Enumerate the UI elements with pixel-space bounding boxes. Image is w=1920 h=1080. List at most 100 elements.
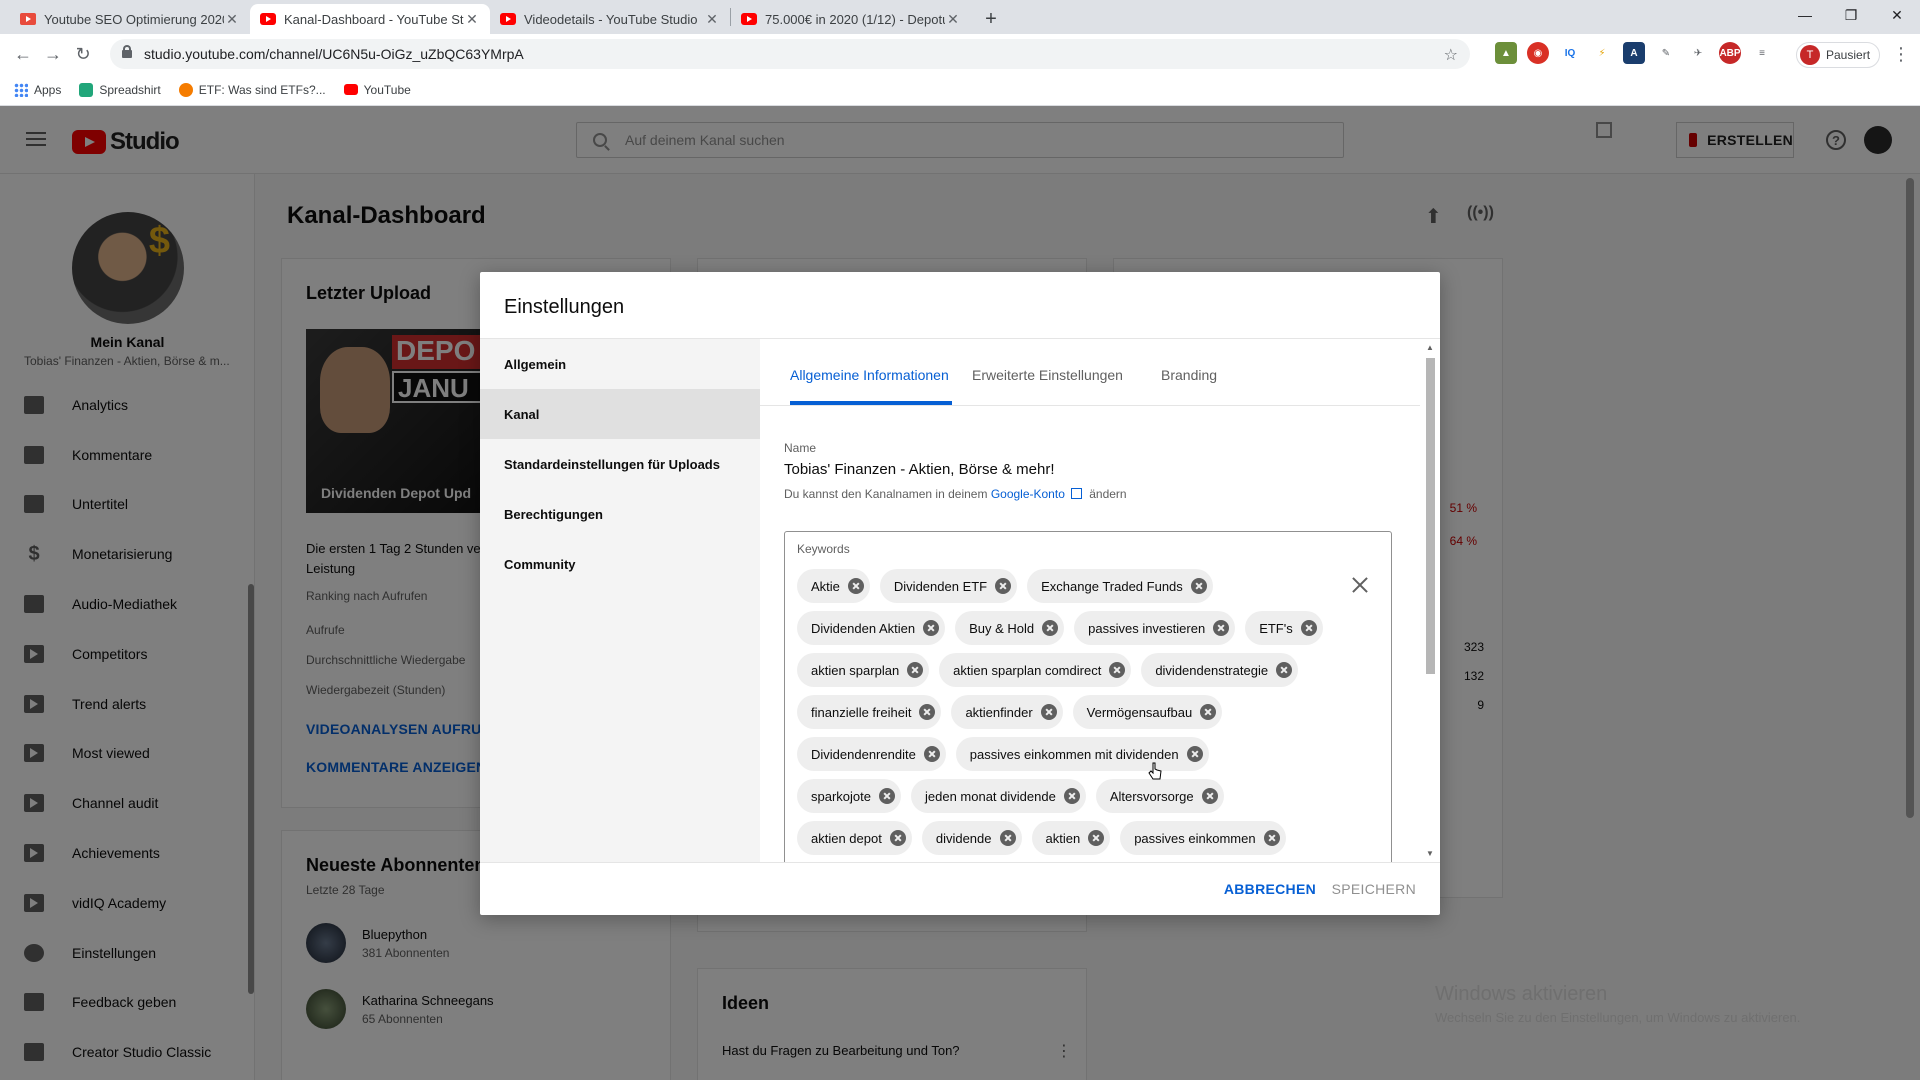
reload-icon[interactable]: ↻ xyxy=(68,44,98,65)
remove-keyword-icon[interactable] xyxy=(1040,704,1057,720)
remove-keyword-icon[interactable] xyxy=(923,746,940,762)
address-bar[interactable]: studio.youtube.com/channel/UC6N5u-OiGz_u… xyxy=(110,39,1470,69)
keyword-chip[interactable]: Dividendenrendite xyxy=(797,737,946,771)
new-tab-plus-icon[interactable]: + xyxy=(977,5,1005,33)
keywords-label: Keywords xyxy=(797,542,850,556)
keyword-chip[interactable]: jeden monat dividende xyxy=(910,779,1086,813)
remove-keyword-icon[interactable] xyxy=(1109,662,1126,678)
profile-chip[interactable]: T Pausiert xyxy=(1796,42,1880,68)
dialog-scrollbar-thumb[interactable] xyxy=(1426,358,1435,674)
remove-keyword-icon[interactable] xyxy=(1063,788,1080,804)
bookmark-spreadshirt[interactable]: Spreadshirt xyxy=(79,82,161,97)
keyword-chip-row: aktien depot dividende aktien passives eink… xyxy=(797,821,1337,855)
settings-item-permissions[interactable]: Berechtigungen xyxy=(480,489,760,539)
keyword-chip[interactable]: dividende xyxy=(921,821,1022,855)
vidiq-extension-icon[interactable]: IQ xyxy=(1559,42,1581,64)
forward-arrow-icon[interactable]: → xyxy=(38,44,68,65)
keyword-chip[interactable]: Buy & Hold xyxy=(955,611,1065,645)
scroll-down-icon[interactable]: ▼ xyxy=(1426,849,1434,858)
keyword-chip[interactable]: Dividenden ETF xyxy=(879,569,1018,603)
reading-list-icon[interactable]: ≡ xyxy=(1751,42,1773,64)
back-arrow-icon[interactable]: ← xyxy=(8,44,38,65)
google-account-link[interactable]: Google-Konto xyxy=(991,487,1065,501)
adblock-extension-icon[interactable]: ABP xyxy=(1719,42,1741,64)
keyword-chip[interactable]: passives einkommen xyxy=(1120,821,1286,855)
tab-close-icon[interactable]: ✕ xyxy=(945,11,961,28)
settings-item-upload-defaults[interactable]: Standardeinstellungen für Uploads xyxy=(480,439,760,489)
extension-icon[interactable]: ✈ xyxy=(1687,42,1709,64)
keyword-chip[interactable]: passives einkommen mit dividenden xyxy=(955,737,1209,771)
extension-icon[interactable]: ⚡ xyxy=(1591,42,1613,64)
save-button[interactable]: SPEICHERN xyxy=(1332,881,1416,897)
restore-icon[interactable]: ❐ xyxy=(1828,0,1874,30)
tab-close-icon[interactable]: ✕ xyxy=(224,11,240,28)
tab-close-icon[interactable]: ✕ xyxy=(464,11,480,28)
tab-favicon-icon xyxy=(20,13,36,25)
keyword-chip-label: Dividenden ETF xyxy=(893,578,988,594)
browser-tab[interactable]: 75.000€ in 2020 (1/12) - Depotu ✕ xyxy=(731,4,971,34)
browser-tab[interactable]: Youtube SEO Optimierung 2020 ✕ xyxy=(10,4,250,34)
keyword-chip[interactable]: sparkojote xyxy=(797,779,901,813)
settings-content: Allgemeine Informationen Erweiterte Eins… xyxy=(760,339,1440,862)
bookmark-star-icon[interactable]: ☆ xyxy=(1444,45,1458,65)
external-link-icon[interactable] xyxy=(1070,488,1082,499)
remove-keyword-icon[interactable] xyxy=(1042,620,1059,636)
browser-tab[interactable]: Videodetails - YouTube Studio ✕ xyxy=(490,4,730,34)
settings-item-channel[interactable]: Kanal xyxy=(480,389,760,439)
profile-status: Pausiert xyxy=(1826,48,1871,62)
remove-keyword-icon[interactable] xyxy=(1276,662,1293,678)
keyword-chip[interactable]: Vermögensaufbau xyxy=(1072,695,1223,729)
keyword-chip[interactable]: aktien sparplan comdirect xyxy=(939,653,1132,687)
remove-keyword-icon[interactable] xyxy=(907,662,924,678)
remove-keyword-icon[interactable] xyxy=(1201,788,1218,804)
extension-icon[interactable]: A xyxy=(1623,42,1645,64)
tab-advanced-settings[interactable]: Erweiterte Einstellungen xyxy=(972,367,1123,383)
keyword-chip[interactable]: Exchange Traded Funds xyxy=(1027,569,1213,603)
remove-keyword-icon[interactable] xyxy=(1186,746,1203,762)
tab-general-info[interactable]: Allgemeine Informationen xyxy=(790,367,949,383)
remove-keyword-icon[interactable] xyxy=(1088,830,1105,846)
remove-keyword-icon[interactable] xyxy=(1200,704,1217,720)
remove-keyword-icon[interactable] xyxy=(878,788,895,804)
minimize-icon[interactable]: — xyxy=(1782,0,1828,30)
scroll-up-icon[interactable]: ▲ xyxy=(1426,343,1434,352)
keyword-chip[interactable]: aktien depot xyxy=(797,821,912,855)
keyword-chip[interactable]: Altersvorsorge xyxy=(1095,779,1224,813)
keyword-chip[interactable]: dividendenstrategie xyxy=(1141,653,1299,687)
keyword-chip[interactable]: Aktie xyxy=(797,569,870,603)
keyword-chip[interactable]: finanzielle freiheit xyxy=(797,695,942,729)
keywords-field[interactable]: Keywords Aktie Dividenden ETF Exchange Tra… xyxy=(784,531,1392,862)
keyword-chip[interactable]: aktienfinder xyxy=(951,695,1063,729)
keyword-chip-row: Dividenden Aktien Buy & Hold passives inve… xyxy=(797,611,1337,645)
remove-keyword-icon[interactable] xyxy=(919,704,936,720)
remove-keyword-icon[interactable] xyxy=(995,578,1012,594)
remove-keyword-icon[interactable] xyxy=(1213,620,1230,636)
extension-icon[interactable]: ▲ xyxy=(1495,42,1517,64)
bookmark-youtube[interactable]: YouTube xyxy=(343,83,411,97)
extension-icon[interactable]: ◉ xyxy=(1527,42,1549,64)
browser-menu-icon[interactable]: ⋮ xyxy=(1892,44,1910,65)
browser-tab-active[interactable]: Kanal-Dashboard - YouTube Stu ✕ xyxy=(250,4,490,34)
clear-keywords-icon[interactable] xyxy=(1351,576,1369,594)
keyword-chip[interactable]: aktien xyxy=(1031,821,1111,855)
remove-keyword-icon[interactable] xyxy=(889,830,906,846)
tab-branding[interactable]: Branding xyxy=(1161,367,1217,383)
remove-keyword-icon[interactable] xyxy=(999,830,1016,846)
remove-keyword-icon[interactable] xyxy=(923,620,940,636)
bookmark-apps[interactable]: Apps xyxy=(14,82,61,97)
extension-icon[interactable]: ✎ xyxy=(1655,42,1677,64)
remove-keyword-icon[interactable] xyxy=(1263,830,1280,846)
bookmark-etf[interactable]: ETF: Was sind ETFs?... xyxy=(178,82,326,97)
settings-item-general[interactable]: Allgemein xyxy=(480,339,760,389)
remove-keyword-icon[interactable] xyxy=(1190,578,1207,594)
keyword-chip[interactable]: aktien sparplan xyxy=(797,653,930,687)
cancel-button[interactable]: ABBRECHEN xyxy=(1224,881,1316,897)
tab-close-icon[interactable]: ✕ xyxy=(704,11,720,28)
keyword-chip[interactable]: ETF's xyxy=(1245,611,1323,645)
remove-keyword-icon[interactable] xyxy=(1300,620,1317,636)
window-close-icon[interactable]: ✕ xyxy=(1874,0,1920,30)
settings-item-community[interactable]: Community xyxy=(480,539,760,589)
keyword-chip[interactable]: Dividenden Aktien xyxy=(797,611,946,645)
keyword-chip[interactable]: passives investieren xyxy=(1074,611,1236,645)
remove-keyword-icon[interactable] xyxy=(847,578,864,594)
